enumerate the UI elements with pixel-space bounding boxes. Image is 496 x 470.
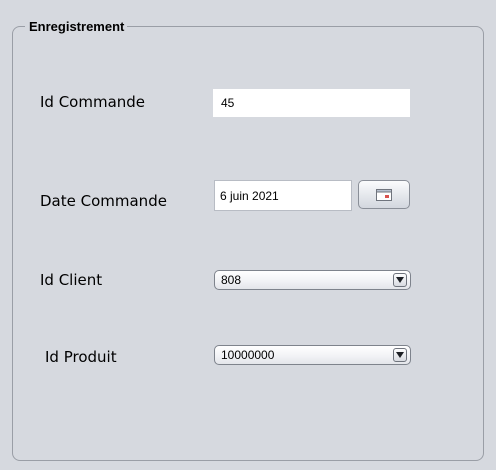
id-client-selected-value: 808 <box>221 273 242 287</box>
id-produit-dropdown-arrow[interactable] <box>393 348 407 362</box>
id-produit-dropdown[interactable]: 10000000 <box>214 345 411 365</box>
date-commande-field[interactable] <box>214 180 352 211</box>
calendar-icon <box>376 188 392 201</box>
id-client-dropdown[interactable]: 808 <box>214 270 411 290</box>
id-commande-label: Id Commande <box>40 93 146 111</box>
chevron-down-icon <box>396 277 404 283</box>
id-client-dropdown-arrow[interactable] <box>393 273 407 287</box>
id-commande-field[interactable] <box>213 89 410 117</box>
id-client-label: Id Client <box>40 271 103 289</box>
id-produit-label: Id Produit <box>45 348 117 366</box>
registration-panel: Enregistrement Id Commande Date Commande… <box>0 0 496 470</box>
id-produit-selected-value: 10000000 <box>221 348 275 362</box>
group-title: Enregistrement <box>25 19 128 34</box>
calendar-button[interactable] <box>358 180 410 209</box>
chevron-down-icon <box>396 352 404 358</box>
date-commande-label: Date Commande <box>40 192 167 210</box>
